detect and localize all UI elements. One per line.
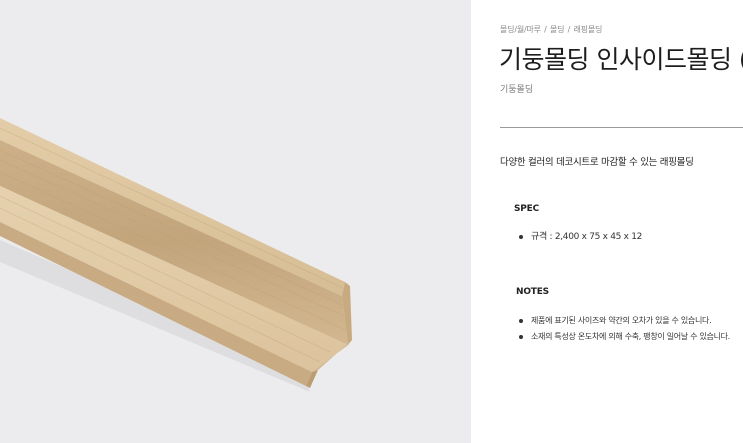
bullet-icon bbox=[519, 235, 523, 239]
breadcrumb: 몰딩/월/마루 / 몰딩 / 래핑몰딩 bbox=[500, 24, 602, 35]
spec-item-text: 규격 : 2,400 x 75 x 45 x 12 bbox=[531, 232, 643, 242]
spec-item: 규격 : 2,400 x 75 x 45 x 12 bbox=[519, 229, 642, 245]
bullet-icon bbox=[519, 319, 523, 323]
breadcrumb-separator: / bbox=[541, 25, 549, 34]
note-item-text: 소재의 특성상 온도차에 의해 수축, 팽창이 일어날 수 있습니다. bbox=[531, 332, 730, 341]
note-item-text: 제품에 표기된 사이즈와 약간의 오차가 있을 수 있습니다. bbox=[531, 316, 712, 325]
wood-molding-image bbox=[0, 118, 352, 392]
spec-list: 규격 : 2,400 x 75 x 45 x 12 bbox=[519, 229, 642, 245]
bullet-icon bbox=[519, 335, 523, 339]
breadcrumb-item-wrapping-molding[interactable]: 래핑몰딩 bbox=[574, 25, 603, 34]
spec-heading: SPEC bbox=[514, 204, 540, 214]
divider bbox=[500, 127, 743, 128]
notes-list: 제품에 표기된 사이즈와 약간의 오차가 있을 수 있습니다. 소재의 특성상 … bbox=[519, 313, 730, 345]
breadcrumb-item-molding[interactable]: 몰딩 bbox=[550, 25, 565, 34]
product-info-panel: 몰딩/월/마루 / 몰딩 / 래핑몰딩 기둥몰딩 인사이드몰딩 ( 기둥몰딩 다… bbox=[471, 0, 743, 443]
note-item: 제품에 표기된 사이즈와 약간의 오차가 있을 수 있습니다. bbox=[519, 313, 730, 329]
notes-heading: NOTES bbox=[516, 287, 549, 297]
breadcrumb-item-category[interactable]: 몰딩/월/마루 bbox=[500, 25, 541, 34]
note-item: 소재의 특성상 온도차에 의해 수축, 팽창이 일어날 수 있습니다. bbox=[519, 329, 730, 345]
product-description: 다양한 컬러의 데코시트로 마감할 수 있는 래핑몰딩 bbox=[500, 157, 694, 168]
product-title: 기둥몰딩 인사이드몰딩 ( bbox=[499, 45, 743, 74]
product-image-panel bbox=[0, 0, 471, 443]
breadcrumb-separator: / bbox=[565, 25, 573, 34]
product-subtitle: 기둥몰딩 bbox=[500, 85, 534, 95]
